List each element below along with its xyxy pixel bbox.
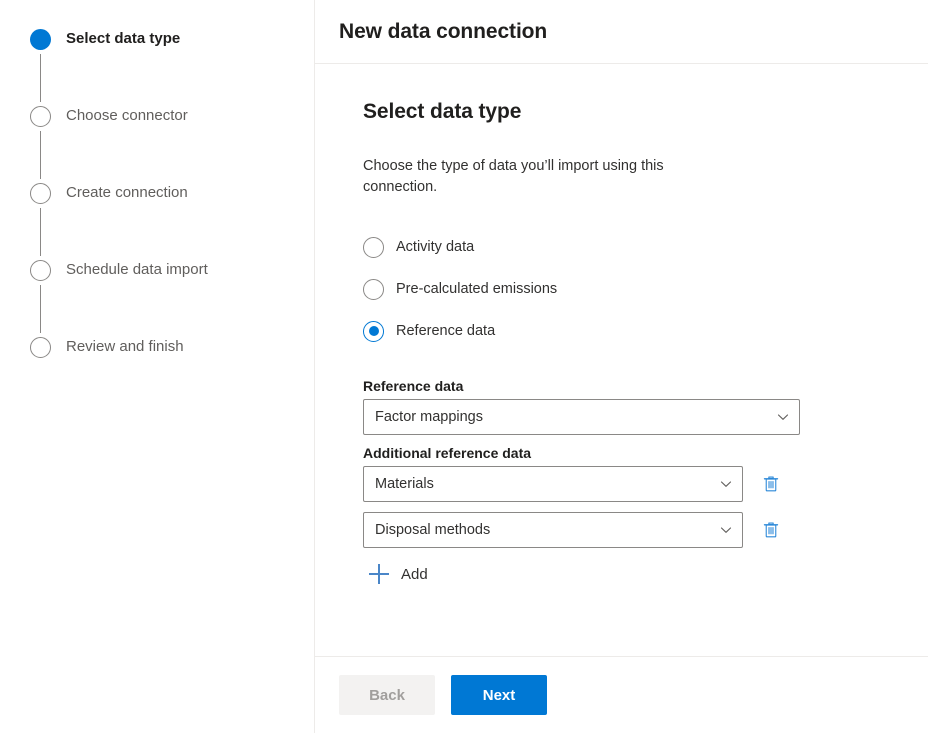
step-marker (30, 260, 51, 333)
add-reference-data-label: Add (401, 565, 428, 583)
reference-data-value: Factor mappings (375, 409, 483, 425)
radio-option-label: Reference data (396, 323, 496, 339)
delete-additional-reference-data-2-button[interactable] (755, 514, 787, 546)
reference-data-row: Factor mappings (363, 399, 904, 435)
step-connector-line (40, 54, 42, 102)
plus-icon (369, 564, 389, 584)
add-reference-data-button[interactable]: Add (369, 558, 428, 590)
step-connector-line (40, 285, 42, 333)
radio-option-pre-calculated-emissions[interactable]: Pre-calculated emissions (363, 268, 904, 310)
wizard-step-choose-connector[interactable]: Choose connector (30, 105, 314, 182)
chevron-down-icon (720, 481, 732, 487)
step-marker (30, 29, 51, 102)
radio-button-icon[interactable] (363, 236, 384, 258)
dialog-body: Select data type Choose the type of data… (315, 64, 928, 656)
next-button[interactable]: Next (451, 675, 547, 715)
data-type-radio-group: Activity data Pre-calculated emissions R… (363, 226, 904, 352)
step-circle-active-icon (30, 29, 51, 50)
wizard-step-rail: Select data type Choose connector Create… (0, 0, 315, 733)
reference-data-label: Reference data (363, 378, 464, 394)
step-marker (30, 106, 51, 179)
trash-icon (763, 476, 779, 492)
dialog-title: New data connection (339, 19, 548, 43)
wizard-step-review-and-finish[interactable]: Review and finish (30, 336, 314, 376)
radio-option-label: Activity data (396, 239, 475, 255)
radio-dot-icon (368, 326, 379, 336)
page-description: Choose the type of data you’ll import us… (363, 158, 664, 195)
trash-icon (763, 522, 779, 538)
wizard-step-select-data-type[interactable]: Select data type (30, 28, 314, 105)
step-marker (30, 183, 51, 256)
delete-additional-reference-data-1-button[interactable] (755, 468, 787, 500)
dialog-panel: New data connection Select data type Cho… (315, 0, 928, 733)
step-connector-line (40, 208, 42, 256)
wizard-step-label: Review and finish (66, 338, 184, 355)
radio-option-activity-data[interactable]: Activity data (363, 226, 904, 268)
additional-reference-data-row: Disposal methods (363, 512, 904, 548)
wizard-step-label: Select data type (66, 30, 181, 47)
back-button[interactable]: Back (339, 675, 435, 715)
additional-reference-data-value: Disposal methods (375, 522, 491, 538)
wizard-steps: Select data type Choose connector Create… (0, 28, 314, 376)
wizard-step-label: Create connection (66, 184, 188, 201)
wizard-step-schedule-data-import[interactable]: Schedule data import (30, 259, 314, 336)
additional-reference-data-dropdown-1[interactable]: Materials (363, 466, 743, 502)
additional-reference-data-label: Additional reference data (363, 445, 532, 461)
step-marker (30, 337, 51, 358)
step-connector-line (40, 131, 42, 179)
radio-button-selected-icon[interactable] (363, 320, 384, 342)
chevron-down-icon (777, 414, 789, 420)
additional-reference-data-dropdown-2[interactable]: Disposal methods (363, 512, 743, 548)
page-title: Select data type (363, 100, 522, 123)
new-data-connection-dialog: Select data type Choose connector Create… (0, 0, 928, 733)
radio-option-reference-data[interactable]: Reference data (363, 310, 904, 352)
wizard-step-label: Choose connector (66, 107, 188, 124)
wizard-step-label: Schedule data import (66, 261, 208, 278)
additional-reference-data-row: Materials (363, 466, 904, 502)
step-circle-icon (30, 260, 51, 281)
additional-reference-data-value: Materials (375, 476, 434, 492)
dialog-header: New data connection (315, 0, 928, 64)
radio-option-label: Pre-calculated emissions (396, 281, 558, 297)
step-circle-icon (30, 106, 51, 127)
wizard-step-create-connection[interactable]: Create connection (30, 182, 314, 259)
reference-data-dropdown[interactable]: Factor mappings (363, 399, 800, 435)
chevron-down-icon (720, 527, 732, 533)
dialog-footer: Back Next (315, 656, 928, 733)
radio-button-icon[interactable] (363, 278, 384, 300)
step-circle-icon (30, 183, 51, 204)
step-circle-icon (30, 337, 51, 358)
